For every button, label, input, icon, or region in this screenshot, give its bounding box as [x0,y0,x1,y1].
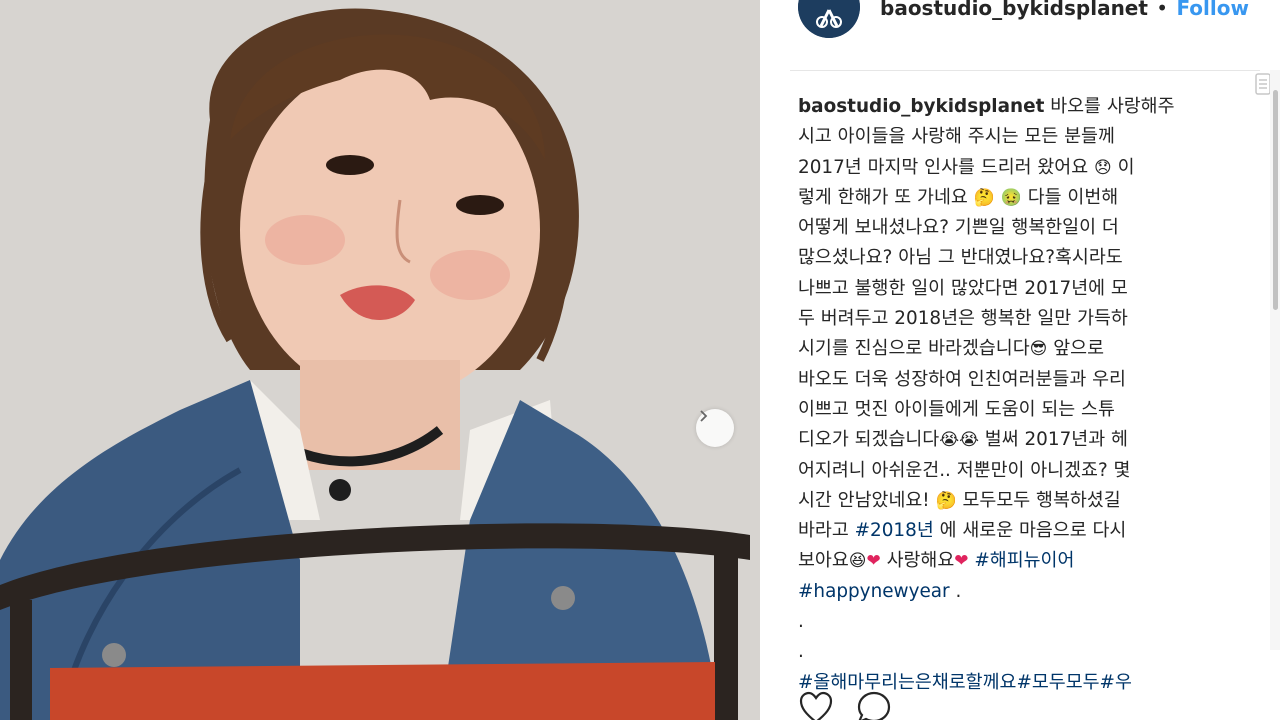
header-divider [790,70,1260,71]
heart-emoji-icon: ❤ [954,551,969,572]
username-link[interactable]: baostudio_bykidsplanet [880,0,1148,20]
caption-line: 어지려니 아쉬운건.. 저뿐만이 아니겠죠? 몇 [798,459,1131,481]
studio-logo-icon [798,0,860,38]
squinting-emoji-icon: 😆 [848,551,867,572]
heart-emoji-icon: ❤ [866,551,881,572]
post-header: baostudio_bykidsplanet • Follow [760,0,1280,95]
comment-icon[interactable] [856,690,892,720]
separator-dot: • [1156,0,1169,20]
caption-line: 많으셨나요? 아님 그 반대였나요?혹시라도 [798,247,1123,269]
caption-username[interactable]: baostudio_bykidsplanet [798,96,1044,117]
caption-line: 시간 안남았네요! 🤔 모두모두 행복하셨길 [798,486,1238,516]
caption-line: 어떻게 보내셨나요? 기쁜일 행복한일이 더 [798,217,1119,239]
crying-emoji-icon: 😭 [959,430,979,451]
sad-emoji-icon: 😞 [1093,157,1112,178]
heart-icon[interactable] [798,690,834,720]
caption-text: 보아요 [798,550,849,572]
caption-text: 2017년 마지막 인사를 드리러 왔어요 [798,156,1094,178]
post-photo[interactable] [0,0,760,720]
caption-scrollbar[interactable] [1270,70,1280,650]
caption-text: 앞으로 [1047,338,1104,360]
caption-text: 바오를 사랑해주 [1044,96,1175,117]
caption-line: 2017년 마지막 인사를 드리러 왔어요 😞 이 [798,153,1238,183]
caption-text: . [949,580,962,602]
username-row: baostudio_bykidsplanet • Follow [880,0,1249,20]
follow-button[interactable]: Follow [1176,0,1249,20]
caption-text: 렇게 한해가 또 가네요 [798,186,974,208]
caption-line: 바오도 더욱 성장하여 인친여러분들과 우리 [798,368,1126,390]
caption-text: 다들 이번해 [1021,186,1119,208]
scrollbar-thumb[interactable] [1273,90,1278,310]
thinking-emoji-icon: 🤔 [973,187,995,208]
caption-line: 시고 아이들을 사랑해 주시는 모든 분들께 [798,126,1115,148]
post-caption: baostudio_bykidsplanet 바오를 사랑해주 시고 아이들을 … [798,92,1238,698]
caption-text: 시기를 진심으로 바라겠습니다 [798,338,1030,360]
sick-emoji-icon: 🤢 [1000,187,1022,208]
caption-line: 두 버려두고 2018년은 행복한 일만 가득하 [798,308,1128,330]
thinking-emoji-icon: 🤔 [935,490,957,511]
chevron-right-icon [700,410,708,422]
caption-line: 디오가 되겠습니다😭😭 벌써 2017년과 헤 [798,425,1238,455]
avatar[interactable] [798,0,860,38]
caption-line: . [798,611,804,633]
caption-text: 시간 안남았네요! [798,489,936,511]
caption-text: 벌써 2017년과 헤 [978,429,1128,451]
caption-text: 에 새로운 마음으로 다시 [933,520,1127,542]
cool-emoji-icon: 😎 [1029,339,1048,360]
photo-illustration [0,0,760,720]
caption-text: 이 [1111,156,1135,178]
caption-line: baostudio_bykidsplanet 바오를 사랑해주 [798,92,1238,122]
caption-line: 나쁘고 불행한 일이 많았다면 2017년에 모 [798,277,1128,299]
caption-text: 사랑해요 [880,550,955,572]
caption-line: 시기를 진심으로 바라겠습니다😎 앞으로 [798,334,1238,364]
caption-line: 렇게 한해가 또 가네요 🤔 🤢 다들 이번해 [798,183,1238,213]
caption-text: 바라고 [798,520,855,542]
crying-emoji-icon: 😭 [939,430,960,451]
hashtag-link[interactable]: #2018년 [855,520,934,541]
hashtag-link[interactable]: #happynewyear [798,581,950,602]
post-details-panel: baostudio_bykidsplanet • Follow baostudi… [760,0,1280,720]
caption-line: 보아요😆❤ 사랑해요❤ #해피뉴이어 [798,546,1238,576]
caption-line: 바라고 #2018년 에 새로운 마음으로 다시 [798,516,1238,546]
next-photo-button[interactable] [696,409,734,447]
caption-line: #happynewyear . [798,577,1238,607]
hashtag-link[interactable]: #해피뉴이어 [974,550,1074,571]
caption-line: . [798,641,804,663]
caption-text: 모두모두 행복하셨길 [956,489,1121,511]
caption-text: 디오가 되겠습니다 [798,429,940,451]
caption-line: 이쁘고 멋진 아이들에게 도움이 되는 스튜 [798,398,1115,420]
